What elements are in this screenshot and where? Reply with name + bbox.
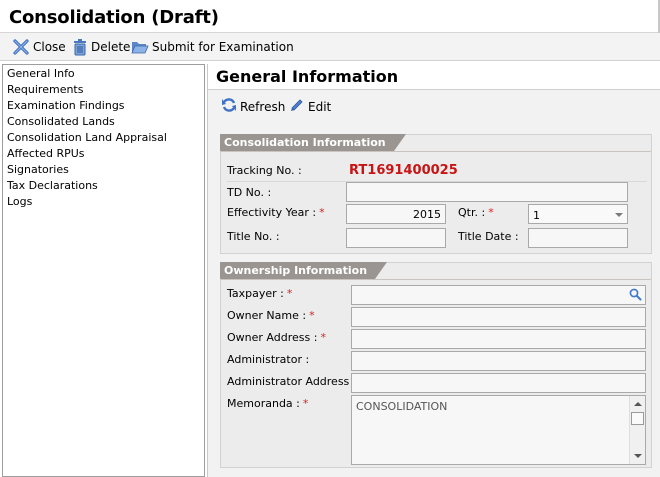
title-no-label: Title No. : — [227, 230, 280, 243]
memoranda-value: CONSOLIDATION — [356, 400, 448, 413]
administrator-address-field[interactable] — [351, 373, 646, 393]
taxpayer-label: Taxpayer : * — [227, 287, 293, 300]
sidebar-item-consolidated-lands[interactable]: Consolidated Lands — [7, 115, 115, 128]
edit-button[interactable]: Edit — [289, 97, 331, 116]
close-icon — [12, 38, 30, 56]
sidebar-item-affected-rpus[interactable]: Affected RPUs — [7, 147, 85, 160]
ownership-info-section: Ownership Information Taxpayer : * Owner … — [220, 262, 652, 468]
folder-open-icon — [131, 39, 149, 55]
consolidation-info-section: Consolidation Information Tracking No. :… — [220, 134, 652, 254]
effectivity-year-label: Effectivity Year : * — [227, 206, 325, 219]
owner-address-field[interactable] — [351, 329, 646, 349]
sidebar-item-general-info[interactable]: General Info — [7, 67, 75, 80]
refresh-button[interactable]: Refresh — [221, 97, 285, 116]
page-title: Consolidation (Draft) — [9, 7, 219, 28]
memoranda-label: Memoranda : * — [227, 397, 309, 410]
title-date-label: Title Date : — [458, 230, 519, 243]
administrator-field[interactable] — [351, 351, 646, 371]
td-no-label: TD No. : — [227, 186, 272, 199]
consolidation-section-title: Consolidation Information — [220, 134, 406, 151]
sidebar-item-logs[interactable]: Logs — [7, 195, 32, 208]
refresh-icon — [221, 97, 237, 116]
required-mark: * — [319, 206, 325, 219]
chevron-down-icon — [615, 213, 623, 217]
scroll-thumb[interactable] — [631, 412, 644, 425]
trash-icon — [72, 38, 88, 56]
scroll-down-icon[interactable] — [634, 454, 642, 458]
ownership-section-title: Ownership Information — [220, 262, 388, 279]
qtr-selected-value: 1 — [533, 209, 540, 222]
sidebar-item-signatories[interactable]: Signatories — [7, 163, 69, 176]
scroll-up-icon[interactable] — [634, 402, 642, 406]
required-mark: * — [488, 206, 494, 219]
section-rule — [221, 151, 651, 152]
owner-name-field[interactable] — [351, 307, 646, 327]
sidebar-item-tax-declarations[interactable]: Tax Declarations — [7, 179, 98, 192]
owner-name-label: Owner Name : * — [227, 309, 315, 322]
sidebar-item-examination-findings[interactable]: Examination Findings — [7, 99, 125, 112]
memoranda-scrollbar[interactable] — [629, 396, 645, 464]
owner-address-label: Owner Address : * — [227, 331, 326, 344]
sidebar-nav: General Info Requirements Examination Fi… — [2, 64, 205, 477]
search-icon[interactable] — [629, 288, 642, 304]
window-titlebar: Consolidation (Draft) — [0, 0, 660, 33]
main-header: General Information — [208, 64, 660, 90]
required-mark: * — [309, 309, 315, 322]
form-toolbar: Refresh Edit — [208, 91, 660, 121]
tracking-no-label: Tracking No. : — [227, 164, 302, 177]
sidebar-item-requirements[interactable]: Requirements — [7, 83, 83, 96]
main-toolbar: Close Delete Submit for Examination — [0, 33, 660, 61]
qtr-select[interactable]: 1 — [528, 204, 628, 224]
edit-label: Edit — [308, 99, 332, 114]
tracking-no-value: RT1691400025 — [349, 163, 458, 178]
pencil-icon — [289, 97, 305, 116]
td-no-field[interactable] — [346, 182, 628, 202]
refresh-label: Refresh — [240, 99, 286, 114]
title-no-field[interactable] — [346, 228, 446, 248]
administrator-address-label: Administrator Address : — [227, 375, 357, 388]
delete-label: Delete — [91, 40, 131, 54]
section-rule — [221, 279, 651, 280]
required-mark: * — [320, 331, 326, 344]
memoranda-textarea[interactable]: CONSOLIDATION — [351, 395, 646, 465]
required-mark: * — [302, 397, 309, 410]
required-mark: * — [286, 287, 293, 300]
administrator-label: Administrator : — [227, 353, 310, 366]
effectivity-year-field[interactable]: 2015 — [346, 204, 446, 224]
submit-for-examination-button[interactable]: Submit for Examination — [131, 37, 294, 57]
submit-label: Submit for Examination — [152, 40, 294, 54]
delete-button[interactable]: Delete — [72, 37, 130, 57]
title-date-field[interactable] — [528, 228, 628, 248]
qtr-label: Qtr. : * — [458, 206, 494, 219]
close-label: Close — [33, 40, 66, 54]
main-panel: General Information Refresh Edit Consoli… — [207, 64, 660, 477]
sidebar-item-consolidation-land-appraisal[interactable]: Consolidation Land Appraisal — [7, 131, 167, 144]
section-heading: General Information — [216, 67, 399, 86]
close-button[interactable]: Close — [12, 37, 66, 57]
taxpayer-field[interactable] — [351, 285, 646, 305]
